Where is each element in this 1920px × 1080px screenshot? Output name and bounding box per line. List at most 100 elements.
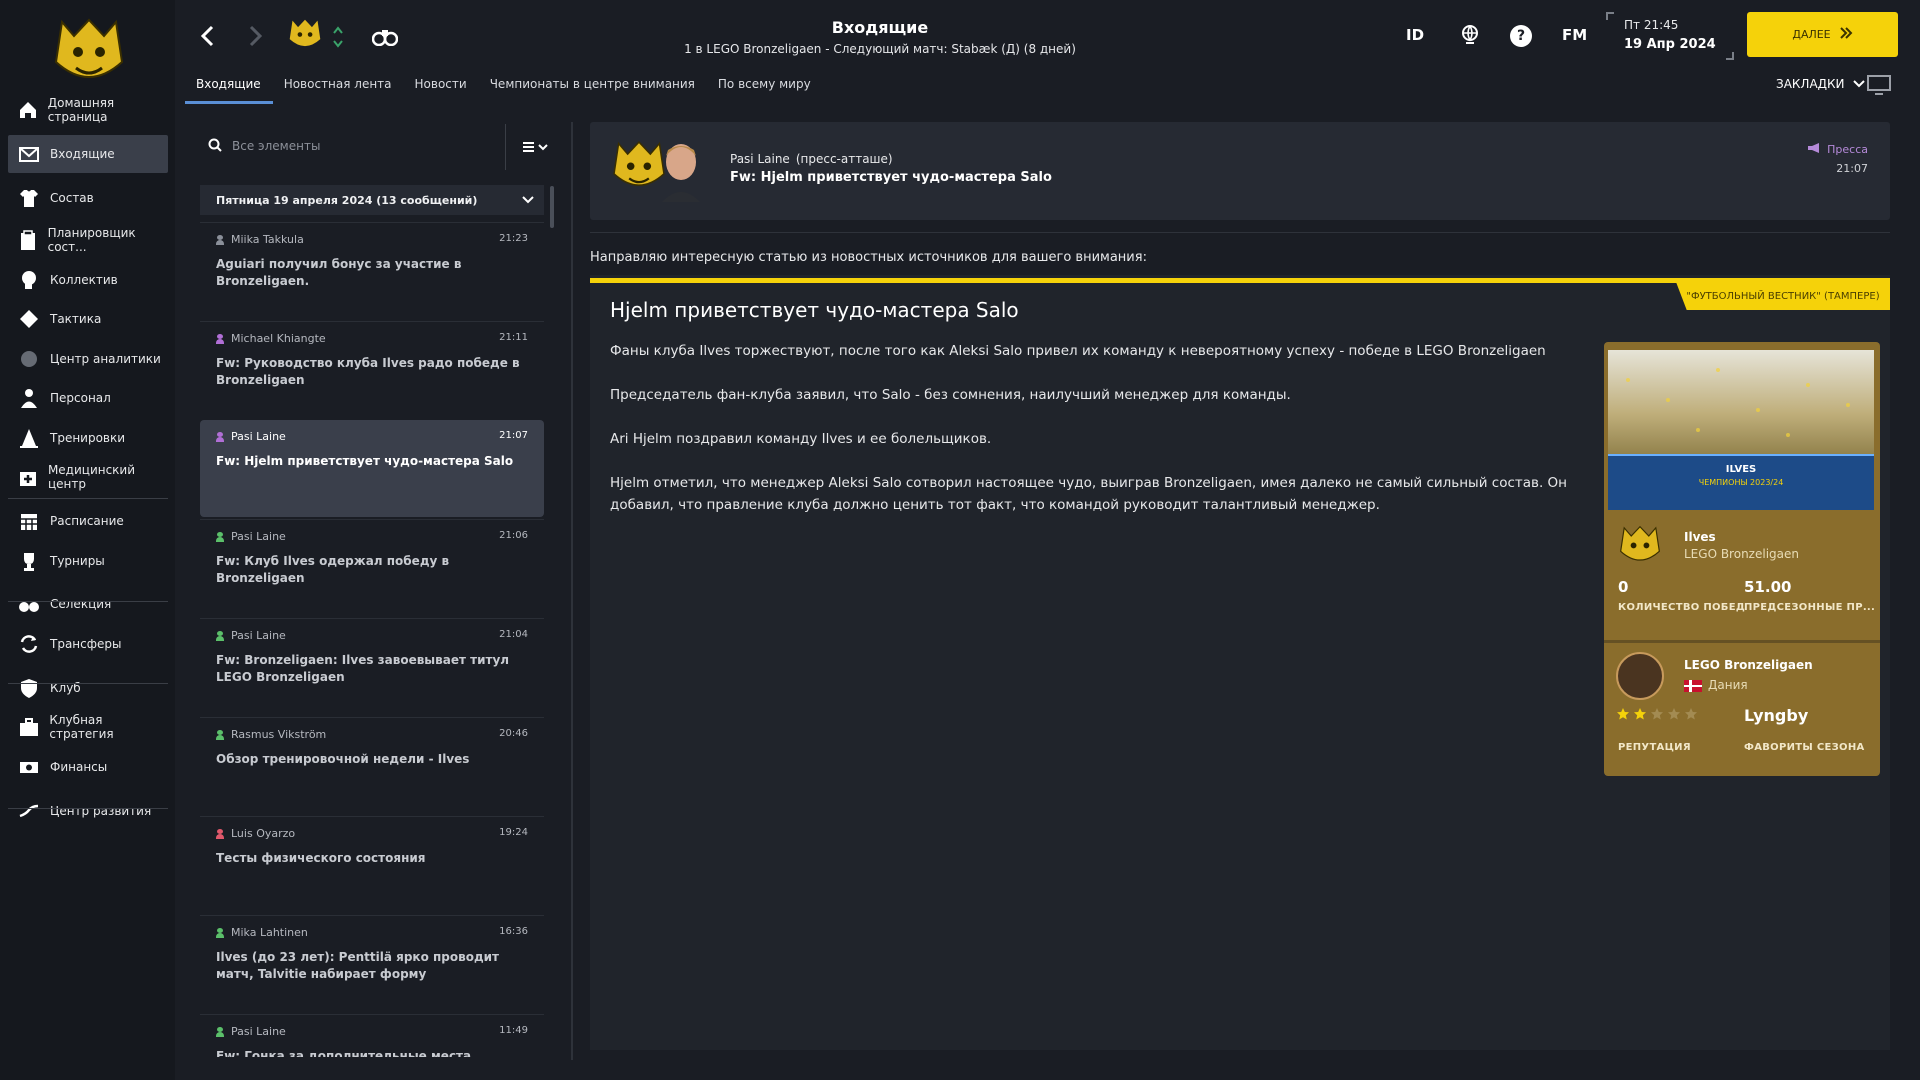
reputation-stars (1616, 706, 1698, 725)
message-item[interactable]: Pasi Laine 21:07 Fw: Hjelm приветствует чу… (200, 420, 544, 517)
forward-icon[interactable] (245, 24, 265, 52)
season-favourite[interactable]: Lyngby (1744, 706, 1808, 725)
message-subject: Ilves (до 23 лет): Penttilä ярко проводи… (216, 950, 500, 981)
binoculars-icon[interactable] (371, 26, 399, 50)
sender-line: Pasi Laine (пресс-атташе) (730, 152, 893, 166)
message-item[interactable]: Pasi Laine 11:49 Fw: Гонка за дополнительн… (200, 1014, 544, 1057)
list-scrollbar[interactable] (550, 186, 554, 228)
wins-label: КОЛИЧЕСТВО ПОБЕД (1618, 602, 1746, 613)
message-time: 21:11 (499, 332, 528, 343)
tab[interactable]: Входящие (185, 72, 273, 104)
sender-avatar[interactable] (658, 140, 704, 206)
id-button[interactable]: ID (1406, 26, 1424, 44)
sidebar-item[interactable]: Входящие (8, 135, 168, 173)
banner-title: ILVES (1725, 464, 1757, 475)
briefcase-icon (14, 716, 43, 738)
message-sender: Michael Khiangte (216, 332, 528, 345)
shirt-icon (14, 187, 44, 209)
sidebar-item[interactable]: Финансы (8, 748, 168, 786)
sender-name: Pasi Laine (231, 530, 286, 543)
league-name[interactable]: LEGO Bronzeligaen (1684, 658, 1813, 672)
sidebar-item-label: Персонал (50, 391, 111, 405)
message-item[interactable]: Luis Oyarzo 19:24 Тесты физического состоя… (200, 816, 544, 913)
category-tag: Пресса (1807, 143, 1868, 156)
sidebar-item-label: Финансы (50, 760, 108, 774)
message-item[interactable]: Rasmus Vikström 20:46 Обзор тренировочной … (200, 717, 544, 814)
sidebar-item[interactable]: Тренировки (8, 419, 168, 457)
tab[interactable]: Чемпионаты в центре внимания (479, 72, 707, 104)
message-item[interactable]: Mika Lahtinen 16:36 Ilves (до 23 лет): Pen… (200, 915, 544, 1012)
sidebar-item[interactable]: Расписание (8, 502, 168, 540)
help-icon[interactable]: ? (1510, 25, 1532, 47)
message-time: 21:07 (1836, 162, 1868, 175)
article-paragraph: Hjelm отметил, что менеджер Aleksi Salo … (610, 475, 1568, 513)
star-empty-icon (1684, 706, 1698, 725)
bookmarks-label: ЗАКЛАДКИ (1776, 77, 1845, 91)
sidebar-item[interactable]: Трансферы (8, 625, 168, 663)
message-subject: Обзор тренировочной недели - Ilves (216, 752, 470, 766)
sidebar-item-label: Коллектив (50, 273, 118, 287)
tab[interactable]: Новостная лента (273, 72, 404, 104)
preseason-label: ПРЕДСЕЗОННЫЕ ПР... (1744, 602, 1876, 613)
sidebar-item[interactable]: Клуб (8, 669, 168, 707)
card-divider (1604, 640, 1880, 643)
tactics-icon (14, 308, 44, 330)
sidebar-item[interactable]: Клубная стратегия (8, 708, 168, 746)
sidebar-item-label: Центр развития (50, 804, 152, 818)
club-switch-arrows-icon[interactable] (332, 24, 344, 54)
sender-name: Pasi Laine (231, 430, 286, 443)
star-empty-icon (1650, 706, 1664, 725)
sidebar-item[interactable]: Медицинский центр (8, 458, 168, 496)
sidebar-item[interactable]: Тактика (8, 300, 168, 338)
fm-button[interactable]: FM (1562, 26, 1587, 44)
club-league[interactable]: LEGO Bronzeligaen (1684, 547, 1799, 561)
analytics-icon (14, 348, 44, 370)
sidebar-item-label: Центр аналитики (50, 352, 161, 366)
person-icon (216, 431, 224, 442)
money-icon (14, 756, 44, 778)
message-time: 11:49 (499, 1025, 528, 1036)
sidebar-item-label: Тренировки (50, 431, 126, 445)
club-switch-logo[interactable] (286, 16, 324, 58)
sidebar-item[interactable]: Центр развития (8, 792, 168, 830)
date-widget[interactable]: Пт 21:45 19 Апр 2024 (1606, 12, 1734, 60)
sidebar-item[interactable]: Центр аналитики (8, 340, 168, 378)
sender-name[interactable]: Pasi Laine (730, 152, 790, 166)
monitor-icon[interactable] (1866, 74, 1892, 100)
sidebar-divider (8, 808, 168, 809)
sidebar-item[interactable]: Состав (8, 179, 168, 217)
message-subject: Aguiari получил бонус за участие в Bronz… (216, 257, 462, 288)
message-item[interactable]: Pasi Laine 21:06 Fw: Клуб Ilves одержал по… (200, 519, 544, 616)
sidebar-item[interactable]: Домашняя страница (8, 91, 168, 129)
current-date: 19 Апр 2024 (1624, 37, 1716, 52)
continue-button[interactable]: ДАЛЕЕ (1747, 12, 1898, 57)
message-item[interactable]: Pasi Laine 21:04 Fw: Bronzeligaen: Ilves з… (200, 618, 544, 715)
sidebar-item[interactable]: Планировщик сост... (8, 221, 168, 259)
sidebar-item[interactable]: Коллектив (8, 261, 168, 299)
back-icon[interactable] (198, 24, 218, 52)
message-time: 20:46 (499, 728, 528, 739)
message-time: 21:06 (499, 530, 528, 541)
club-logo-small[interactable] (1616, 522, 1664, 574)
cone-icon (14, 427, 44, 449)
reputation-label: РЕПУТАЦИЯ (1618, 742, 1691, 753)
sidebar-item-label: Медицинский центр (47, 463, 136, 491)
club-name[interactable]: Ilves (1684, 530, 1716, 544)
sidebar-item-label: Входящие (50, 147, 115, 161)
sidebar-item[interactable]: Турниры (8, 542, 168, 580)
message-item[interactable]: Miika Takkula 21:23 Aguiari получил бонус … (200, 222, 544, 319)
message-subject: Тесты физического состояния (216, 851, 426, 865)
mail-icon (14, 143, 44, 165)
globe-icon[interactable] (1460, 24, 1480, 50)
sidebar-item[interactable]: Селекция (8, 585, 168, 623)
next-match-subtitle[interactable]: 1 в LEGO Bronzeligaen - Следующий матч: … (580, 42, 1180, 56)
sidebar-item[interactable]: Персонал (8, 379, 168, 417)
message-sender: Pasi Laine (216, 1025, 528, 1038)
league-logo[interactable] (1616, 652, 1664, 700)
tab[interactable]: Новости (404, 72, 479, 104)
club-logo[interactable] (48, 12, 130, 94)
tab[interactable]: По всему миру (707, 72, 823, 104)
message-item[interactable]: Michael Khiangte 21:11 Fw: Руководство клу… (200, 321, 544, 418)
person-icon (216, 531, 224, 542)
bookmarks-dropdown[interactable]: ЗАКЛАДКИ (1776, 77, 1865, 91)
